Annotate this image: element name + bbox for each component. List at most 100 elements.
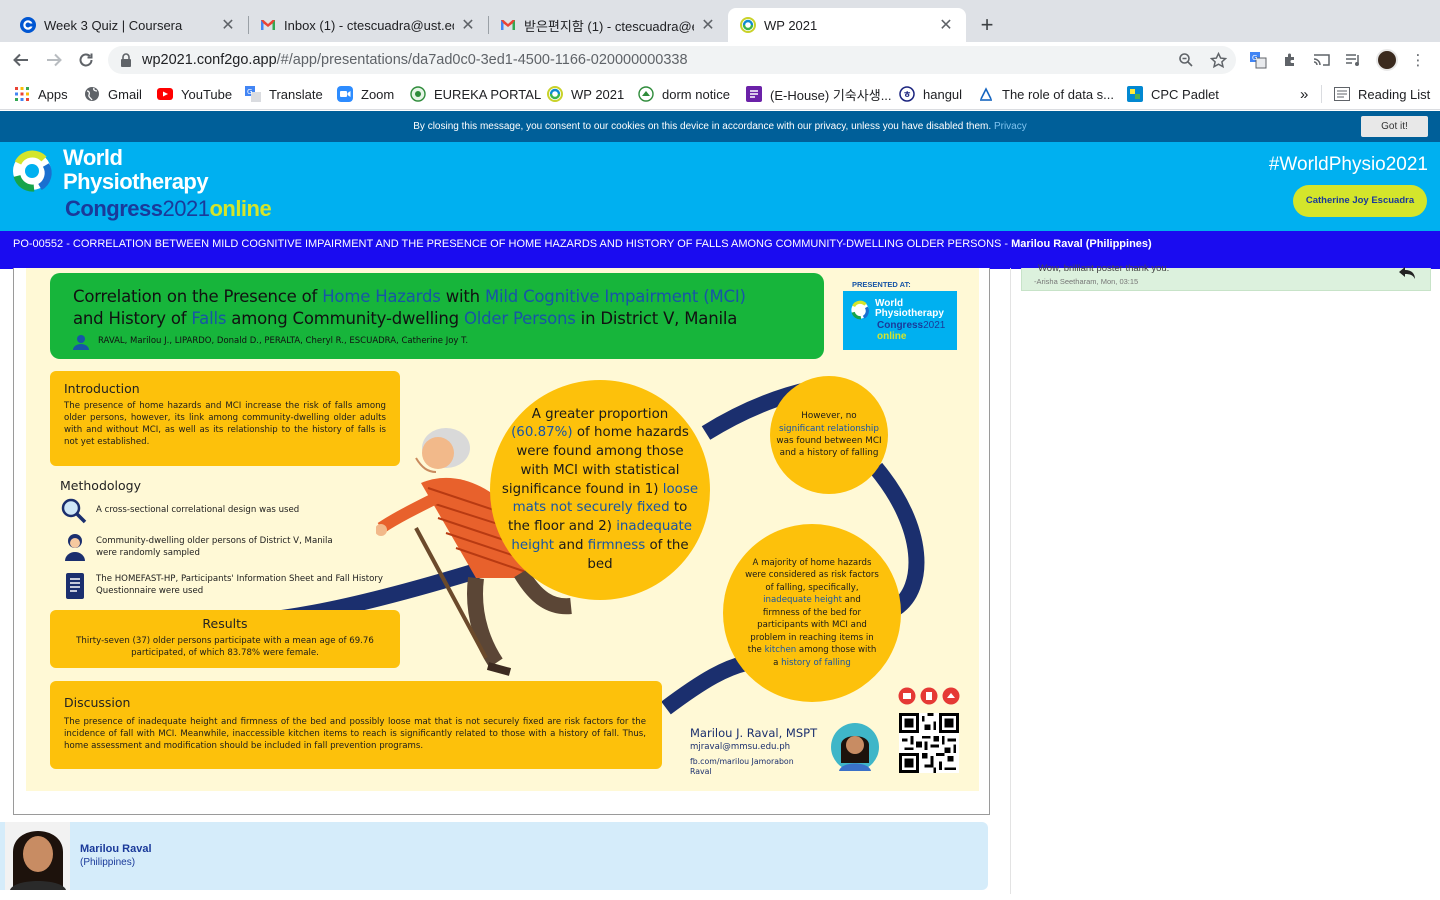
methodology-item-3: The HOMEFAST-HP, Participants' Informati… <box>96 574 383 596</box>
finding-part: However, no <box>801 411 857 422</box>
user-account-button[interactable]: Catherine Joy Escuadra <box>1293 185 1427 217</box>
tab-gmail-ew[interactable]: 받은편지함 (1) - ctescuadra@ew ✕ <box>488 8 728 42</box>
close-icon[interactable]: ✕ <box>938 15 954 35</box>
close-icon[interactable]: ✕ <box>460 15 476 35</box>
finding-part: (60.87%) <box>511 425 573 441</box>
hangul-icon: ㅎ <box>899 86 915 102</box>
logo-congress: Congress <box>65 196 163 221</box>
risk-factors-circle: A majority of home hazards were consider… <box>723 524 901 702</box>
close-icon[interactable]: ✕ <box>220 15 236 35</box>
bookmark-label: (E-House) 기숙사생... <box>770 87 892 103</box>
browser-toolbar: wp2021.conf2go.app/#/app/presentations/d… <box>0 42 1440 78</box>
wp-icon <box>547 86 563 102</box>
presenter-country: (Philippines) <box>80 857 136 868</box>
svg-text:G: G <box>247 88 252 96</box>
coursera-icon <box>20 17 36 33</box>
results-text: Thirty-seven (37) older persons particip… <box>76 636 374 659</box>
presenter-card[interactable]: Marilou Raval (Philippines) <box>0 822 988 890</box>
logo-line-3: Congress2021online <box>65 196 272 222</box>
discussion-box: Discussion The presence of inadequate he… <box>50 681 662 769</box>
world-physio-emblem-icon <box>13 150 52 192</box>
world-physio-logo[interactable]: World Physiotherapy Congress2021online <box>10 146 310 228</box>
youtube-icon <box>157 86 173 102</box>
reading-list-icon <box>1334 86 1350 102</box>
menu-kebab-icon[interactable]: ⋮ <box>1408 50 1428 70</box>
logo-year: 2021 <box>162 196 210 221</box>
bookmarks-bar: Apps Gmail YouTube G Translate Zoom EURE… <box>0 78 1440 110</box>
zoom-icon[interactable] <box>1174 46 1198 74</box>
bookmark-label: WP 2021 <box>571 86 625 102</box>
profile-avatar[interactable] <box>1376 49 1398 71</box>
finding-part: and <box>554 537 588 553</box>
back-button[interactable] <box>9 48 33 72</box>
translate-extension-icon[interactable]: G <box>1248 50 1268 70</box>
author-photo <box>831 723 879 771</box>
bookmark-label: Gmail <box>108 86 142 102</box>
lock-icon <box>121 53 131 67</box>
bookmark-ehouse[interactable]: (E-House) 기숙사생... <box>746 85 892 103</box>
zoom-icon <box>337 86 353 102</box>
globe-icon <box>84 86 100 102</box>
bookmark-eureka[interactable]: EUREKA PORTAL <box>410 85 541 103</box>
cast-icon[interactable] <box>1311 50 1331 70</box>
url-path: /#/app/presentations/da7ad0c0-3ed1-4500-… <box>276 52 688 68</box>
bookmark-hangul[interactable]: ㅎ hangul <box>899 85 962 103</box>
gmail-icon <box>501 20 515 30</box>
bookmark-cpc-padlet[interactable]: CPC Padlet <box>1127 85 1219 103</box>
presenter-label: Marilou Raval (Philippines) <box>1011 238 1152 250</box>
bookmarks-overflow-button[interactable]: » <box>1300 85 1308 103</box>
puzzle-extensions-icon[interactable] <box>1280 50 1300 70</box>
finding-part: significant relationship <box>779 423 879 434</box>
document-icon <box>66 573 84 599</box>
star-icon[interactable] <box>1206 46 1230 74</box>
results-box: Results Thirty-seven (37) older persons … <box>50 610 400 668</box>
bookmark-dorm-notice[interactable]: dorm notice <box>638 85 730 103</box>
finding-part: A greater proportion <box>531 406 669 422</box>
presentation-title-bar: PO-00552 - CORRELATION BETWEEN MILD COGN… <box>0 231 1440 269</box>
svg-text:ㅎ: ㅎ <box>903 91 911 101</box>
presentation-title: PO-00552 - CORRELATION BETWEEN MILD COGN… <box>13 238 1012 250</box>
logo-line-1: World <box>63 145 123 170</box>
reload-icon <box>79 53 93 67</box>
bookmark-label: hangul <box>923 86 963 102</box>
presenter-photo <box>5 822 70 890</box>
new-tab-button[interactable]: + <box>976 12 998 38</box>
bookmark-label: The role of data s... <box>1002 86 1115 102</box>
tab-wp2021[interactable]: WP 2021 ✕ <box>728 8 966 42</box>
gmail-icon <box>261 20 275 30</box>
reading-list-button[interactable]: Reading List <box>1321 85 1430 103</box>
discussion-text: The presence of inadequate height and fi… <box>64 717 646 752</box>
reading-list-label: Reading List <box>1358 86 1431 102</box>
tab-gmail-ust[interactable]: Inbox (1) - ctescuadra@ust.edu.ph ✕ <box>248 8 488 42</box>
cookie-accept-button[interactable]: Got it! <box>1361 116 1428 137</box>
main-finding-circle: A greater proportion (60.87%) of home haz… <box>490 380 710 600</box>
cookie-message: By closing this message, you consent to … <box>413 121 992 132</box>
bookmark-label: Zoom <box>361 86 395 102</box>
reply-icon[interactable] <box>1398 266 1416 285</box>
bookmark-label: CPC Padlet <box>1151 86 1219 102</box>
ehouse-icon <box>746 86 762 102</box>
address-bar[interactable]: wp2021.conf2go.app/#/app/presentations/d… <box>108 46 1236 74</box>
finding-part: A majority of home hazards were consider… <box>745 557 879 593</box>
poster-viewer[interactable]: Correlation on the Presence of Home Haza… <box>13 268 990 815</box>
padlet-icon <box>1127 86 1143 102</box>
bookmark-label: Translate <box>269 86 323 102</box>
risk-factors-text: A majority of home hazards were consider… <box>745 557 879 669</box>
share-icons <box>898 687 960 705</box>
forward-button[interactable] <box>42 48 66 72</box>
bookmark-wp2021[interactable]: WP 2021 <box>547 85 624 103</box>
close-icon[interactable]: ✕ <box>700 15 716 35</box>
comment-text: Wow, brilliant poster thank you. <box>1038 263 1170 274</box>
doc-icon <box>978 86 994 102</box>
privacy-link[interactable]: Privacy <box>994 121 1027 132</box>
bookmark-gmail[interactable]: Gmail <box>84 85 142 103</box>
media-queue-icon[interactable] <box>1343 50 1363 70</box>
presenter-name[interactable]: Marilou Raval <box>80 843 152 855</box>
bookmark-youtube[interactable]: YouTube <box>157 85 232 103</box>
tab-coursera[interactable]: Week 3 Quiz | Coursera ✕ <box>8 8 248 42</box>
bookmark-zoom[interactable]: Zoom <box>337 85 394 103</box>
bookmark-translate[interactable]: G Translate <box>245 85 323 103</box>
reload-button[interactable] <box>74 48 98 72</box>
bookmark-role-of-data[interactable]: The role of data s... <box>978 85 1114 103</box>
bookmark-apps[interactable]: Apps <box>14 85 68 103</box>
